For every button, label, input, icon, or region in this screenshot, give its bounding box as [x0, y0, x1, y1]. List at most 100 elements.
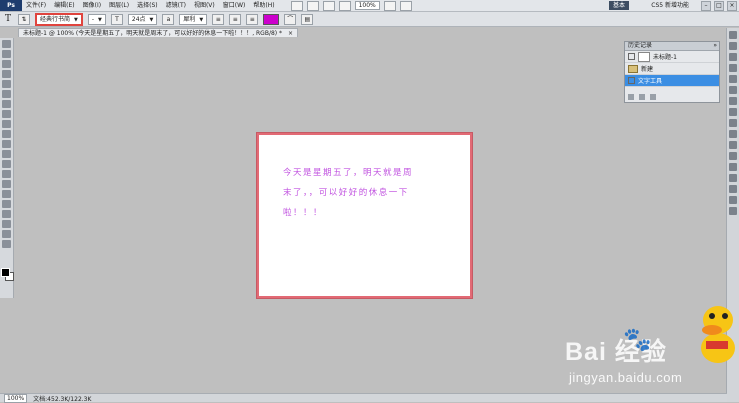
text-color-swatch[interactable]	[263, 13, 280, 25]
font-size-select[interactable]: 24点 ▼	[127, 13, 158, 25]
brush-panel-icon[interactable]	[729, 152, 737, 160]
quick-select-tool-icon[interactable]	[2, 70, 11, 78]
menu-view[interactable]: 视图(V)	[190, 0, 219, 11]
history-row-label: 未标题-1	[653, 54, 677, 61]
type-tool-icon[interactable]: T	[3, 14, 13, 25]
menu-filter[interactable]: 滤镜(T)	[162, 0, 190, 11]
blur-tool-icon[interactable]	[2, 160, 11, 168]
character-panel-icon[interactable]: ▤	[301, 13, 314, 25]
history-row-label: 文字工具	[638, 78, 663, 85]
move-tool-icon[interactable]	[2, 40, 11, 48]
mini-bridge-icon[interactable]	[306, 0, 319, 11]
font-family-select[interactable]: 经典行书简 ▼	[35, 12, 83, 26]
swatches-panel-icon[interactable]	[729, 53, 737, 61]
type-layer-icon	[628, 77, 635, 84]
foreground-color[interactable]	[1, 268, 10, 277]
menu-image[interactable]: 图像(I)	[79, 0, 105, 11]
menu-window[interactable]: 窗口(W)	[219, 0, 250, 11]
styles-panel-icon[interactable]	[729, 64, 737, 72]
font-style-select[interactable]: - ▼	[87, 13, 106, 25]
actions-panel-icon[interactable]	[729, 207, 737, 215]
history-row-selected[interactable]: 文字工具	[625, 75, 719, 87]
zoom-tool-icon[interactable]	[2, 240, 11, 248]
screen-mode-icon[interactable]	[399, 0, 412, 11]
align-right-icon[interactable]: ≡	[246, 13, 259, 25]
document-size-info: 文档:452.3K/122.3K	[33, 395, 92, 403]
paths-panel-icon[interactable]	[729, 119, 737, 127]
menu-file[interactable]: 文件(F)	[22, 0, 50, 11]
channels-panel-icon[interactable]	[729, 108, 737, 116]
chevron-down-icon: ▼	[199, 16, 204, 23]
arrange-documents-icon[interactable]	[383, 0, 396, 11]
tool-presets-panel-icon[interactable]	[729, 174, 737, 182]
crop-tool-icon[interactable]	[2, 80, 11, 88]
minimize-button[interactable]: –	[701, 1, 711, 11]
text-orientation-icon[interactable]: ⇅	[18, 13, 30, 25]
dodge-tool-icon[interactable]	[2, 170, 11, 178]
menu-select[interactable]: 选择(S)	[133, 0, 162, 11]
masks-panel-icon[interactable]	[729, 86, 737, 94]
gradient-tool-icon[interactable]	[2, 150, 11, 158]
character-panel-icon[interactable]	[729, 130, 737, 138]
healing-brush-tool-icon[interactable]	[2, 100, 11, 108]
color-panel-icon[interactable]	[729, 42, 737, 50]
document-tab-bar: 未标题-1 @ 100% (今天是星期五了，明天就是周末了，可以好好的休息一下啦…	[18, 28, 298, 37]
menu-help[interactable]: 帮助(H)	[249, 0, 278, 11]
antialias-icon: a	[162, 13, 175, 25]
workspace-button[interactable]: 基本	[608, 1, 629, 10]
history-brush-tool-icon[interactable]	[2, 130, 11, 138]
shape-tool-icon[interactable]	[2, 210, 11, 218]
hand-tool-icon[interactable]	[2, 230, 11, 238]
font-family-value: 经典行书简	[40, 15, 71, 23]
status-zoom[interactable]: 100%	[4, 393, 28, 403]
align-center-icon[interactable]: ≡	[229, 13, 242, 25]
font-size-value: 24点	[131, 15, 146, 23]
hand-icon[interactable]	[322, 0, 335, 11]
document-tab[interactable]: 未标题-1 @ 100% (今天是星期五了，明天就是周末了，可以好好的休息一下啦…	[18, 28, 298, 37]
menu-layer[interactable]: 图层(L)	[105, 0, 133, 11]
zoom-tool-icon[interactable]	[338, 0, 351, 11]
type-tool-icon[interactable]	[2, 190, 11, 198]
info-panel-icon[interactable]	[729, 185, 737, 193]
zoom-level-select[interactable]: 100%	[354, 1, 380, 10]
clone-source-panel-icon[interactable]	[729, 163, 737, 171]
collapse-icon[interactable]: »	[713, 42, 717, 50]
history-panel-footer	[628, 94, 716, 100]
new-document-from-state-icon[interactable]	[639, 94, 645, 100]
cs-live-link[interactable]: CS5 新增功能	[651, 1, 689, 10]
trash-icon[interactable]	[650, 94, 656, 100]
3d-rotate-tool-icon[interactable]	[2, 220, 11, 228]
pen-tool-icon[interactable]	[2, 180, 11, 188]
bridge-icon[interactable]	[290, 0, 303, 11]
adjustments-panel-icon[interactable]	[729, 75, 737, 83]
clone-stamp-tool-icon[interactable]	[2, 120, 11, 128]
canvas-text[interactable]: 今天是星期五了，明天就是周 末了，，可以好好的休息一下 啦！！！	[283, 163, 453, 223]
history-panel-icon[interactable]	[729, 31, 737, 39]
lasso-tool-icon[interactable]	[2, 60, 11, 68]
navigator-panel-icon[interactable]	[729, 196, 737, 204]
snapshot-icon[interactable]	[628, 53, 635, 60]
antialias-value: 犀利	[183, 15, 196, 23]
close-icon[interactable]: ×	[288, 30, 293, 37]
menu-edit[interactable]: 编辑(E)	[50, 0, 78, 11]
history-row[interactable]: 新建	[625, 63, 719, 75]
history-panel-header[interactable]: 历史记录 »	[625, 42, 719, 51]
history-row[interactable]: 未标题-1	[625, 51, 719, 63]
toolbox	[0, 38, 14, 298]
maximize-button[interactable]: □	[714, 1, 724, 11]
document-canvas[interactable]: 今天是星期五了，明天就是周 末了，，可以好好的休息一下 啦！！！	[257, 133, 472, 298]
marquee-tool-icon[interactable]	[2, 50, 11, 58]
eraser-tool-icon[interactable]	[2, 140, 11, 148]
align-left-icon[interactable]: ≡	[212, 13, 225, 25]
new-snapshot-icon[interactable]	[628, 94, 634, 100]
layers-panel-icon[interactable]	[729, 97, 737, 105]
paragraph-panel-icon[interactable]	[729, 141, 737, 149]
window-controls: – □ ×	[701, 1, 737, 11]
warp-text-icon[interactable]: ⌒	[284, 13, 297, 25]
close-button[interactable]: ×	[727, 1, 737, 11]
antialias-select[interactable]: 犀利 ▼	[179, 13, 208, 25]
chevron-down-icon: ▼	[98, 16, 102, 23]
brush-tool-icon[interactable]	[2, 110, 11, 118]
path-select-tool-icon[interactable]	[2, 200, 11, 208]
eyedropper-tool-icon[interactable]	[2, 90, 11, 98]
